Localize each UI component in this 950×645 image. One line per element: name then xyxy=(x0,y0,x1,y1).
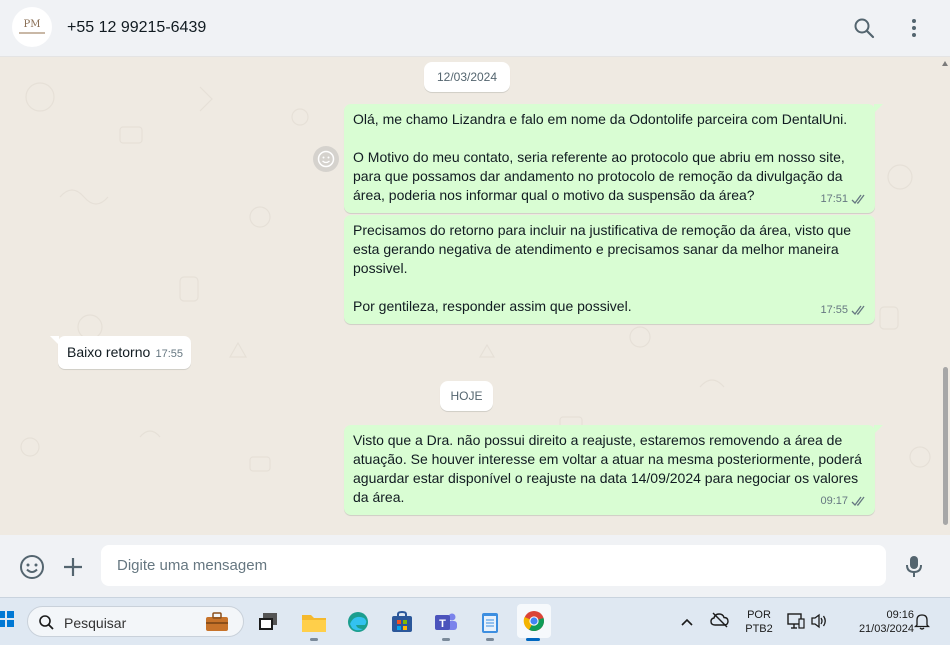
chat-area[interactable]: 12/03/2024 Olá, me chamo Lizandra e falo… xyxy=(0,57,950,535)
message-meta: 17:51 xyxy=(820,190,867,209)
edge-browser-icon[interactable] xyxy=(342,606,374,638)
message-bubble-outgoing[interactable]: Precisamos do retorno para incluir na ju… xyxy=(344,215,875,324)
contact-avatar[interactable]: PM xyxy=(12,7,52,47)
read-ticks-icon xyxy=(851,305,865,315)
windows-taskbar: Pesquisar T POR PTB2 09:16 21/03/2024 xyxy=(0,597,950,645)
avatar-monogram: PM xyxy=(23,19,41,30)
avatar-decoration xyxy=(19,32,45,34)
briefcase-icon xyxy=(206,612,228,631)
message-composer xyxy=(0,535,950,597)
bubble-tail xyxy=(874,104,883,113)
chat-header: PM +55 12 99215-6439 xyxy=(0,0,950,57)
message-meta: 17:55 xyxy=(820,301,867,320)
message-time: 17:55 xyxy=(820,304,848,316)
chrome-browser-icon[interactable] xyxy=(517,604,551,641)
message-text: Visto que a Dra. não possui direito a re… xyxy=(353,432,866,505)
running-indicator xyxy=(486,638,494,641)
task-view-icon[interactable] xyxy=(252,606,284,638)
notepad-icon[interactable] xyxy=(474,606,506,641)
running-indicator xyxy=(310,638,318,641)
taskbar-clock[interactable]: 09:16 21/03/2024 xyxy=(838,608,914,636)
input-language-indicator[interactable]: POR PTB2 xyxy=(742,608,776,636)
bubble-tail xyxy=(50,336,59,345)
clock-date: 21/03/2024 xyxy=(858,623,914,635)
plus-icon[interactable] xyxy=(60,554,86,580)
message-text: Precisamos do retorno para incluir na ju… xyxy=(353,222,852,314)
message-text: Olá, me chamo Lizandra e falo em nome da… xyxy=(353,111,848,203)
running-indicator xyxy=(442,638,450,641)
language-code: POR xyxy=(747,609,771,621)
clock-time: 09:16 xyxy=(886,609,914,621)
network-icon[interactable] xyxy=(787,612,805,635)
chat-scrollbar[interactable] xyxy=(943,367,948,525)
volume-icon[interactable] xyxy=(810,613,828,634)
scroll-up-arrow-icon[interactable] xyxy=(942,61,948,66)
message-meta: 17:55 xyxy=(155,345,183,364)
taskbar-search-box[interactable]: Pesquisar xyxy=(27,606,244,637)
chevron-up-icon[interactable] xyxy=(680,614,694,632)
file-explorer-icon[interactable] xyxy=(298,606,330,641)
notification-bell-icon[interactable] xyxy=(913,613,931,635)
microsoft-store-icon[interactable] xyxy=(386,606,418,638)
kebab-menu-icon[interactable] xyxy=(902,16,926,40)
teams-icon[interactable]: T xyxy=(430,606,462,641)
message-bubble-incoming[interactable]: Baixo retorno 17:55 xyxy=(50,336,191,369)
running-indicator xyxy=(526,638,540,641)
taskbar-search-label: Pesquisar xyxy=(64,615,127,631)
search-icon[interactable] xyxy=(852,16,876,40)
onedrive-offline-icon[interactable] xyxy=(710,612,730,633)
microphone-icon[interactable] xyxy=(901,553,927,579)
windows-start-icon[interactable] xyxy=(0,611,14,627)
keyboard-layout: PTB2 xyxy=(745,623,773,635)
message-time: 17:55 xyxy=(155,348,183,360)
message-bubble-outgoing[interactable]: Olá, me chamo Lizandra e falo em nome da… xyxy=(344,104,883,213)
contact-name[interactable]: +55 12 99215-6439 xyxy=(67,19,206,37)
message-meta: 09:17 xyxy=(820,492,867,511)
message-input-box[interactable] xyxy=(101,545,886,586)
message-time: 09:17 xyxy=(820,495,848,507)
read-ticks-icon xyxy=(851,496,865,506)
react-emoji-icon[interactable] xyxy=(313,146,339,172)
message-bubble-outgoing[interactable]: Visto que a Dra. não possui direito a re… xyxy=(344,425,883,515)
svg-text:T: T xyxy=(439,618,446,630)
read-ticks-icon xyxy=(851,194,865,204)
search-icon xyxy=(39,615,54,630)
emoji-icon[interactable] xyxy=(19,554,45,580)
bubble-tail xyxy=(874,425,883,434)
date-chip: 12/03/2024 xyxy=(424,62,510,92)
date-chip: HOJE xyxy=(440,381,493,411)
message-time: 17:51 xyxy=(820,193,848,205)
message-input[interactable] xyxy=(117,557,870,574)
